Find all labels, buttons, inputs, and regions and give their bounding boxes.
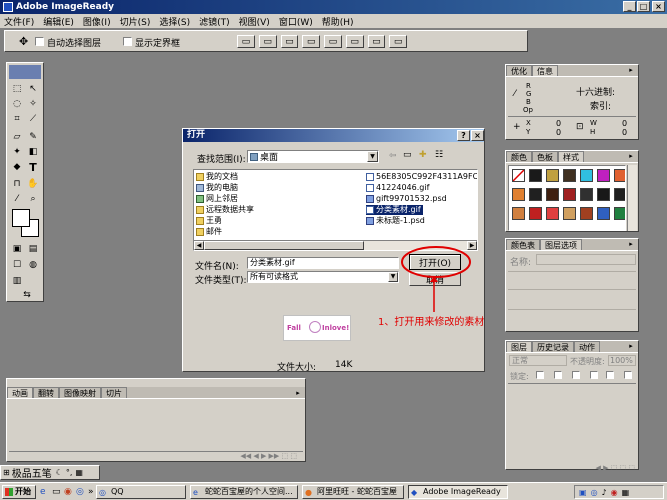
- ime-keyboard-icon[interactable]: ▦: [75, 468, 83, 477]
- tray-qq-icon[interactable]: ◎: [591, 488, 598, 497]
- taskbar-item-qq[interactable]: ◎ QQ: [96, 485, 186, 499]
- imageready-icon: ◆: [411, 488, 418, 497]
- taskbar-item-browser[interactable]: e 蛇蛇百宝屋的个人空间...: [190, 485, 298, 499]
- tray-network-icon[interactable]: ▣: [579, 488, 587, 497]
- ime-bar: ⊞ 极品五笔 ☾ °, ▦: [0, 465, 100, 480]
- tray-antivirus-icon[interactable]: ◉: [611, 488, 618, 497]
- quicklaunch-desktop-icon[interactable]: ▭: [52, 487, 61, 497]
- ime-name[interactable]: 极品五笔: [12, 465, 52, 480]
- annotation-overlay: [401, 246, 471, 312]
- taskbar: 开始 e ▭ ◉ ◎ » ◎ QQ e 蛇蛇百宝屋的个人空间... ● 阿里旺旺…: [0, 482, 667, 500]
- wangwang-icon: ●: [305, 488, 312, 497]
- windows-logo-icon: [5, 488, 13, 496]
- annotation-text: 1、打开用来修改的素材: [378, 317, 485, 328]
- ime-grid-icon[interactable]: ⊞: [3, 468, 10, 477]
- quicklaunch-ie-icon[interactable]: e: [40, 487, 46, 497]
- annotation-circle: [401, 246, 471, 278]
- system-tray: ▣ ◎ ♪ ◉ ▦: [574, 485, 664, 499]
- tray-volume-icon[interactable]: ♪: [602, 488, 607, 497]
- taskbar-item-wangwang[interactable]: ● 阿里旺旺 - 蛇蛇百宝屋: [302, 485, 404, 499]
- quicklaunch-more-icon[interactable]: »: [88, 487, 94, 497]
- qq-icon: ◎: [99, 488, 106, 497]
- ime-moon-icon[interactable]: ☾: [56, 468, 63, 477]
- quicklaunch-media-icon[interactable]: ◉: [64, 487, 72, 497]
- ie-icon: e: [193, 488, 198, 497]
- quicklaunch-qq-icon[interactable]: ◎: [76, 487, 84, 497]
- tray-ime-icon[interactable]: ▦: [622, 488, 630, 497]
- start-button[interactable]: 开始: [2, 485, 36, 499]
- taskbar-item-imageready[interactable]: ◆ Adobe ImageReady: [408, 485, 508, 499]
- ime-punct-icon[interactable]: °,: [66, 468, 73, 477]
